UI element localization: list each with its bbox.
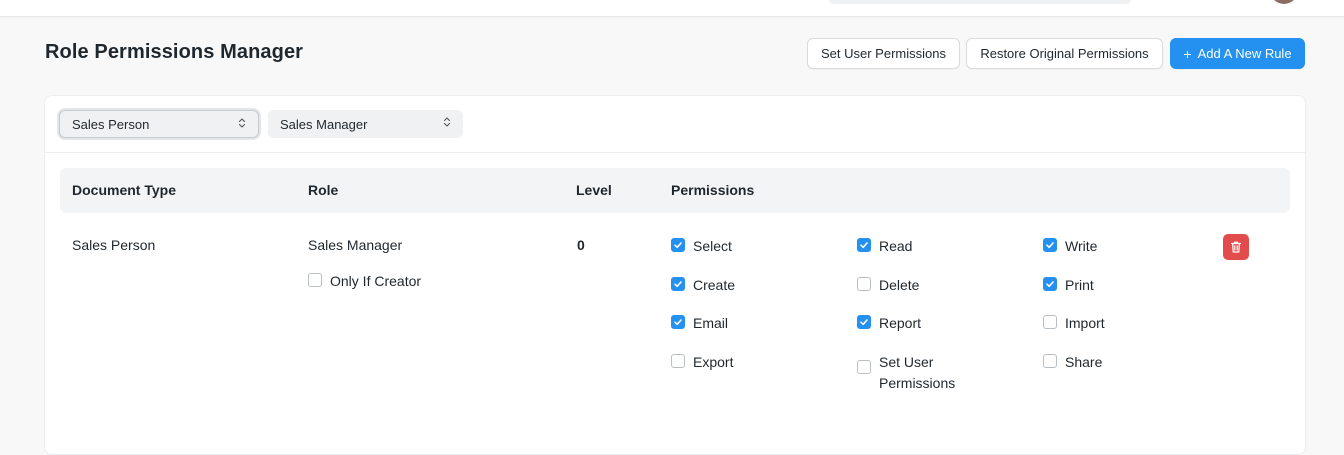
top-navbar <box>0 0 1344 17</box>
permission-create: Create <box>671 275 735 296</box>
permission-delete: Delete <box>857 275 919 296</box>
set-user-permissions-button[interactable]: Set User Permissions <box>807 38 960 69</box>
permission-read: Read <box>857 236 912 257</box>
row-document-type: Sales Person <box>72 237 156 253</box>
permission-create-checkbox[interactable] <box>671 277 685 291</box>
restore-original-permissions-button[interactable]: Restore Original Permissions <box>966 38 1163 69</box>
permission-delete-checkbox[interactable] <box>857 277 871 291</box>
permission-print-label: Print <box>1065 277 1094 293</box>
permission-import: Import <box>1043 313 1105 334</box>
row-role: Sales Manager <box>308 237 403 253</box>
header-document-type: Document Type <box>72 182 176 198</box>
permission-import-label: Import <box>1065 315 1105 331</box>
plus-icon: + <box>1183 45 1192 62</box>
permission-email-label: Email <box>693 315 729 331</box>
permission-email-checkbox[interactable] <box>671 315 685 329</box>
permission-set-user-permissions-checkbox[interactable] <box>857 360 871 374</box>
trash-icon <box>1230 241 1242 253</box>
delete-rule-button[interactable] <box>1223 234 1249 260</box>
permission-read-label: Read <box>879 238 913 254</box>
header-role: Role <box>308 182 339 198</box>
permission-print: Print <box>1043 275 1094 296</box>
only-if-creator-option: Only If Creator <box>308 271 421 292</box>
permission-write-label: Write <box>1065 238 1098 254</box>
role-select-value: Sales Manager <box>280 116 368 132</box>
permission-select: Select <box>671 236 732 257</box>
permission-report-checkbox[interactable] <box>857 315 871 329</box>
permissions-card: Sales Person Sales Manager Document Type… <box>44 95 1306 455</box>
permission-set-user-permissions-label: Set User Permissions <box>879 354 956 391</box>
add-new-rule-label: Add A New Rule <box>1197 46 1292 61</box>
document-type-select-value: Sales Person <box>72 116 150 132</box>
header-level: Level <box>576 182 612 198</box>
header-permissions: Permissions <box>671 182 755 198</box>
permission-delete-label: Delete <box>879 277 920 293</box>
permission-export: Export <box>671 352 733 373</box>
only-if-creator-label: Only If Creator <box>330 273 422 289</box>
permission-set-user-permissions: Set User Permissions <box>857 352 979 394</box>
row-level: 0 <box>577 237 585 253</box>
only-if-creator-checkbox[interactable] <box>308 273 322 287</box>
user-avatar[interactable] <box>1270 0 1298 4</box>
permission-import-checkbox[interactable] <box>1043 315 1057 329</box>
permission-report: Report <box>857 313 921 334</box>
permission-export-checkbox[interactable] <box>671 354 685 368</box>
permission-export-label: Export <box>693 354 734 370</box>
permission-share: Share <box>1043 352 1102 373</box>
permission-share-label: Share <box>1065 354 1103 370</box>
permission-report-label: Report <box>879 315 922 331</box>
permission-write-checkbox[interactable] <box>1043 238 1057 252</box>
permission-write: Write <box>1043 236 1097 257</box>
page-title: Role Permissions Manager <box>45 41 304 63</box>
permission-share-checkbox[interactable] <box>1043 354 1057 368</box>
chevron-updown-icon <box>443 116 451 129</box>
chevron-updown-icon <box>238 117 246 130</box>
permission-read-checkbox[interactable] <box>857 238 871 252</box>
filter-bar: Sales Person Sales Manager <box>45 96 1305 153</box>
permission-create-label: Create <box>693 277 736 293</box>
search-bar[interactable] <box>829 0 1131 4</box>
table-header: Document Type Role Level Permissions <box>60 168 1290 213</box>
add-new-rule-button[interactable]: + Add A New Rule <box>1170 38 1305 69</box>
permission-select-label: Select <box>693 238 732 254</box>
permission-email: Email <box>671 313 728 334</box>
permission-print-checkbox[interactable] <box>1043 277 1057 291</box>
role-select[interactable]: Sales Manager <box>268 110 463 138</box>
permission-select-checkbox[interactable] <box>671 238 685 252</box>
document-type-select[interactable]: Sales Person <box>59 110 259 138</box>
